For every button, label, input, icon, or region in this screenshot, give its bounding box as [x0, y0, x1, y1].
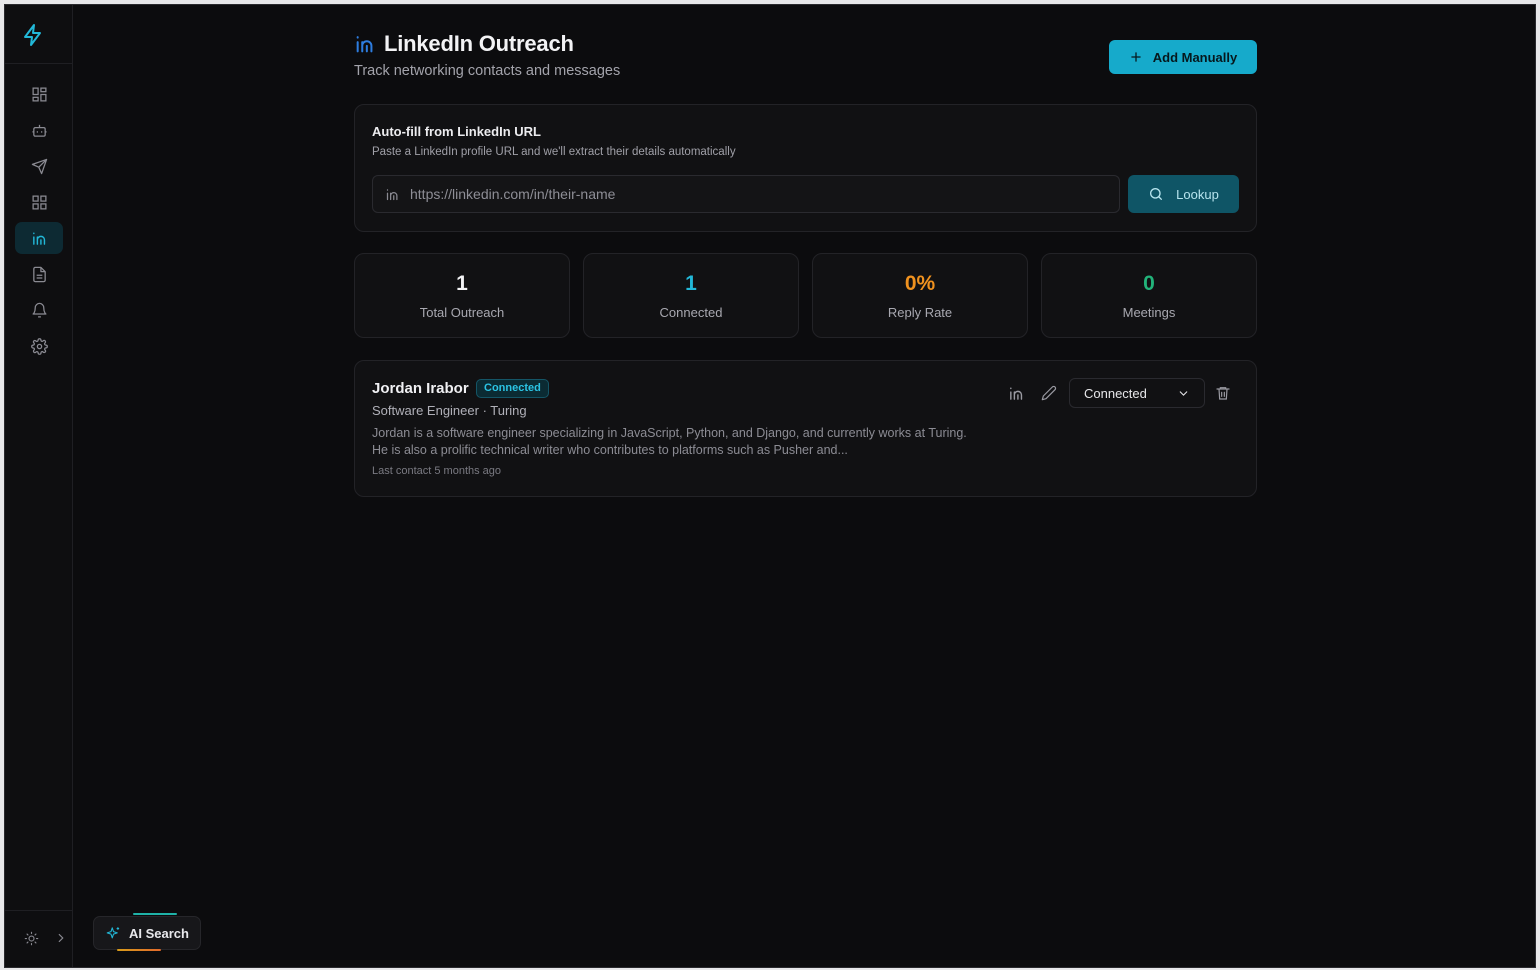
- expand-sidebar-button[interactable]: [50, 927, 72, 949]
- edit-contact-button[interactable]: [1038, 382, 1060, 404]
- sun-icon: [24, 931, 38, 945]
- stat-reply-rate: 0% Reply Rate: [812, 253, 1028, 338]
- stat-label: Meetings: [1122, 305, 1176, 320]
- status-select-value: Connected: [1084, 385, 1147, 401]
- autofill-description: Paste a LinkedIn profile URL and we'll e…: [372, 146, 736, 158]
- stat-label: Reply Rate: [887, 305, 953, 320]
- gear-icon: [30, 337, 48, 355]
- sidebar-item-send[interactable]: [15, 150, 63, 182]
- stat-value: 1: [456, 272, 468, 295]
- linkedin-url-field: [372, 175, 1120, 213]
- stat-label: Total Outreach: [419, 305, 505, 320]
- stat-value: 1: [685, 272, 697, 295]
- stat-label: Connected: [659, 305, 723, 320]
- ai-search-label: AI Search: [129, 925, 189, 941]
- add-manually-button[interactable]: Add Manually: [1109, 40, 1257, 74]
- delete-contact-button[interactable]: [1212, 382, 1234, 404]
- app-window: LinkedIn Outreach Track networking conta…: [4, 4, 1536, 968]
- ai-search-accent: [133, 913, 177, 915]
- linkedin-icon: [32, 231, 45, 245]
- resize-handle[interactable]: [758, 967, 784, 968]
- grid-icon: [31, 194, 47, 210]
- bell-icon: [31, 302, 47, 318]
- lookup-button[interactable]: Lookup: [1128, 175, 1239, 213]
- lightning-logo-icon[interactable]: [21, 23, 45, 47]
- plus-icon: [1131, 52, 1141, 62]
- sidebar-item-notifications[interactable]: [15, 294, 63, 326]
- contact-card: Jordan Irabor Connected Software Enginee…: [354, 360, 1257, 497]
- bot-icon: [31, 124, 47, 137]
- stat-total-outreach: 1 Total Outreach: [354, 253, 570, 338]
- linkedin-icon: [354, 33, 376, 55]
- sidebar-divider: [5, 63, 73, 64]
- document-icon: [32, 266, 46, 282]
- stat-connected: 1 Connected: [583, 253, 799, 338]
- add-manually-label: Add Manually: [1152, 49, 1238, 65]
- sidebar-item-grid[interactable]: [15, 186, 63, 218]
- status-select[interactable]: Connected: [1069, 378, 1205, 408]
- contact-name: Jordan Irabor: [372, 380, 469, 397]
- page-title: LinkedIn Outreach: [384, 31, 574, 56]
- stat-value: 0%: [904, 272, 936, 295]
- sidebar-item-dashboard[interactable]: [15, 78, 63, 110]
- sidebar: [5, 5, 73, 967]
- send-icon: [31, 158, 47, 174]
- contact-role: Software Engineer · Turing: [372, 403, 527, 418]
- page-header: LinkedIn Outreach Track networking conta…: [354, 31, 1257, 91]
- linkedin-icon: [385, 187, 400, 202]
- pencil-icon: [1041, 385, 1057, 401]
- sparkle-icon: [106, 926, 120, 938]
- lookup-label: Lookup: [1176, 186, 1219, 202]
- sidebar-item-linkedin[interactable]: [15, 222, 63, 254]
- linkedin-url-input[interactable]: [410, 186, 1090, 202]
- sidebar-item-bot[interactable]: [15, 114, 63, 146]
- ai-search-button[interactable]: AI Search: [93, 916, 201, 950]
- sidebar-item-settings[interactable]: [15, 330, 63, 362]
- stat-value: 0: [1143, 272, 1155, 295]
- contact-description: Jordan is a software engineer specializi…: [372, 426, 967, 457]
- sidebar-item-documents[interactable]: [15, 258, 63, 290]
- last-contact: Last contact 5 months ago: [372, 465, 502, 477]
- autofill-card: Auto-fill from LinkedIn URL Paste a Link…: [354, 104, 1257, 232]
- search-icon: [1150, 188, 1163, 200]
- ai-search-accent: [117, 949, 161, 951]
- dashboard-icon: [31, 86, 47, 102]
- autofill-title: Auto-fill from LinkedIn URL: [372, 124, 541, 139]
- linkedin-icon: [1009, 386, 1022, 400]
- chevron-down-icon: [1179, 390, 1188, 396]
- theme-toggle-button[interactable]: [20, 927, 42, 949]
- sidebar-divider: [5, 910, 73, 911]
- stat-meetings: 0 Meetings: [1041, 253, 1257, 338]
- trash-icon: [1216, 387, 1230, 400]
- open-linkedin-button[interactable]: [1005, 382, 1027, 404]
- chevron-right-icon: [58, 933, 64, 943]
- status-badge: Connected: [476, 379, 549, 398]
